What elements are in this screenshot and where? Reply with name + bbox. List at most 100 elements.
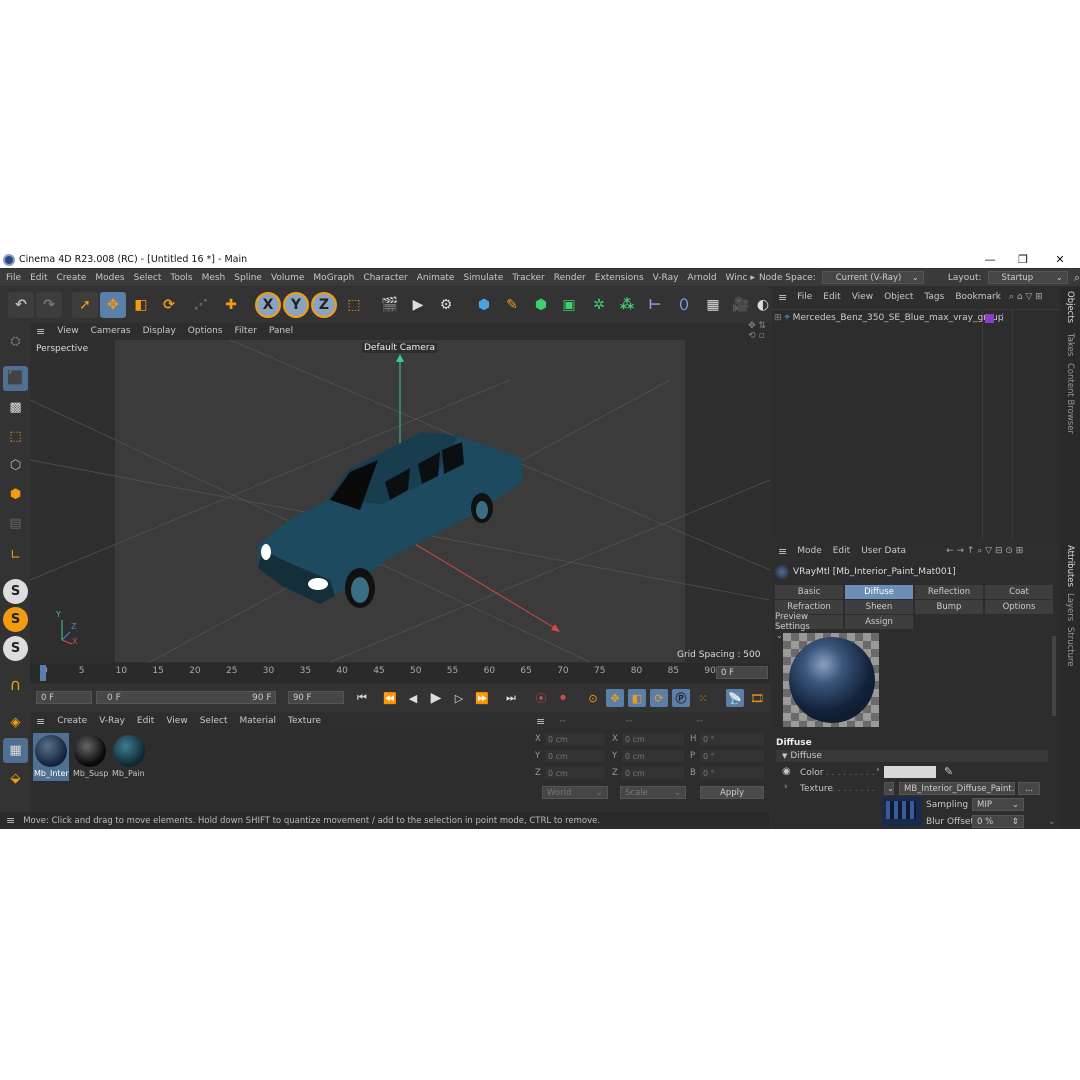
recent-tool-icon[interactable]: ⋰ [188, 292, 214, 318]
visibility-dots-icon[interactable]: ⋮ [998, 313, 1007, 323]
tab-layers[interactable]: Layers [1065, 593, 1075, 621]
uv-mode-icon[interactable]: ▤ [3, 511, 28, 536]
axis-mode-icon[interactable]: ∟ [3, 543, 28, 568]
menu-file[interactable]: File [6, 273, 21, 283]
points-mode-icon[interactable]: ⬚ [3, 424, 28, 449]
polygons-mode-icon[interactable]: ⬢ [3, 482, 28, 507]
material-menu-material[interactable]: Material [239, 716, 276, 726]
menu-animate[interactable]: Animate [417, 273, 455, 283]
material-menu-view[interactable]: View [166, 716, 187, 726]
hamburger-icon[interactable]: ≡ [778, 291, 787, 304]
model-mode-icon[interactable]: ⬛ [3, 366, 28, 391]
texture-browse-button[interactable]: ... [1018, 782, 1040, 795]
object-menu-view[interactable]: View [852, 292, 873, 302]
next-frame-icon[interactable]: ▷ [450, 689, 468, 707]
coord-position-x[interactable]: 0 cm [545, 733, 605, 745]
tab-reflection[interactable]: Reflection [915, 585, 983, 599]
coord-size-x[interactable]: 0 cm [622, 733, 684, 745]
object-menu-edit[interactable]: Edit [823, 292, 840, 302]
tab-attributes[interactable]: Attributes [1065, 545, 1075, 587]
playhead[interactable] [40, 665, 46, 681]
menu-mesh[interactable]: Mesh [202, 273, 226, 283]
next-key-icon[interactable]: ⏩ [473, 689, 491, 707]
close-button[interactable]: ✕ [1045, 251, 1075, 268]
object-manager-tools-icon[interactable]: ⌕ ⌂ ▽ ⊞ [1009, 292, 1043, 302]
hamburger-icon[interactable]: ≡ [536, 715, 545, 728]
hamburger-icon[interactable]: ≡ [778, 545, 787, 558]
object-row[interactable]: ⊞ ⌖ Mercedes_Benz_350_SE_Blue_max_vray_g… [774, 311, 1014, 325]
key-pla-icon[interactable]: ⁙ [694, 689, 712, 707]
material-menu-texture[interactable]: Texture [288, 716, 321, 726]
sampling-select[interactable]: MIP ⌄ [972, 798, 1024, 811]
search-icon[interactable]: ⌕ [1074, 271, 1080, 285]
tab-sheen[interactable]: Sheen [845, 600, 913, 614]
frame-range-slider[interactable]: 0 F 90 F [96, 691, 276, 704]
record-icon[interactable]: ⦿ [532, 689, 550, 707]
texture-mode-icon[interactable]: ▩ [3, 395, 28, 420]
key-parameter-icon[interactable]: Ⓟ [672, 689, 690, 707]
tab-objects[interactable]: Objects [1065, 291, 1075, 323]
film-icon[interactable]: 🎞 [748, 689, 766, 707]
keyframe-selection-icon[interactable]: ⊙ [584, 689, 602, 707]
blur-offset-field[interactable]: 0 % ⇕ [972, 815, 1024, 828]
fracture-icon[interactable]: ⁂ [614, 292, 640, 318]
coord-position-y[interactable]: 0 cm [545, 750, 605, 762]
attribute-menu-user-data[interactable]: User Data [861, 546, 906, 556]
tab-assign[interactable]: Assign [845, 615, 913, 629]
z-axis-lock-button[interactable]: Z [311, 292, 337, 318]
3d-viewport[interactable]: Perspective Default Camera Grid Spacing … [30, 340, 770, 662]
rotate-tool-icon[interactable]: ⟳ [156, 292, 182, 318]
y-axis-lock-button[interactable]: Y [283, 292, 309, 318]
expand-arrow-icon[interactable]: › [876, 765, 880, 775]
key-scale-icon[interactable]: ◧ [628, 689, 646, 707]
scheme-icon[interactable]: 📡 [726, 689, 744, 707]
tab-content-browser[interactable]: Content Browser [1065, 363, 1075, 434]
start-frame-field[interactable]: 0 F [36, 691, 92, 704]
stepper-icon[interactable]: ⇕ [1012, 817, 1019, 827]
grid-icon[interactable]: ▦ [3, 738, 28, 763]
hamburger-icon[interactable]: ≡ [36, 325, 45, 338]
tab-preview-settings[interactable]: Preview Settings [775, 612, 843, 632]
coord-rotation-h[interactable]: 0 ° [700, 733, 764, 745]
object-menu-bookmarks[interactable]: Bookmark [955, 292, 1001, 302]
field-icon[interactable]: ⬯ [671, 292, 697, 318]
material-menu-create[interactable]: Create [57, 716, 87, 726]
redo-icon[interactable]: ↷ [36, 292, 62, 318]
apply-button[interactable]: Apply [700, 786, 764, 799]
end-frame-field[interactable]: 90 F [288, 691, 344, 704]
layout-select[interactable]: Startup ⌄ [987, 271, 1068, 284]
previous-key-icon[interactable]: ⏪ [381, 689, 399, 707]
menu-arnold[interactable]: Arnold [687, 273, 716, 283]
coord-rotation-p[interactable]: 0 ° [700, 750, 764, 762]
subsection-header[interactable]: ▼ Diffuse [776, 750, 1048, 762]
viewport-menu-filter[interactable]: Filter [235, 326, 257, 336]
tab-structure[interactable]: Structure [1065, 627, 1075, 667]
play-icon[interactable]: ▶ [427, 689, 445, 707]
object-menu-object[interactable]: Object [884, 292, 913, 302]
previous-frame-icon[interactable]: ◀ [404, 689, 422, 707]
workplane-snap-icon[interactable]: S [3, 636, 28, 661]
menu-edit[interactable]: Edit [30, 273, 47, 283]
viewport-menu-options[interactable]: Options [188, 326, 223, 336]
menu-window[interactable]: Winc [726, 273, 748, 283]
minimize-button[interactable]: — [975, 251, 1005, 268]
deformer-icon[interactable]: ⊢ [642, 292, 668, 318]
hamburger-icon[interactable]: ≡ [6, 814, 15, 827]
menu-mograph[interactable]: MoGraph [313, 273, 354, 283]
eyedropper-icon[interactable]: ✎ [944, 765, 953, 778]
menu-more-icon[interactable]: ▸ [750, 273, 755, 283]
coord-size-y[interactable]: 0 cm [622, 750, 684, 762]
material-item[interactable]: Mb_Susp [72, 733, 108, 781]
scroll-down-icon[interactable]: ⌄ [1048, 817, 1056, 827]
attribute-navigation-icons[interactable]: ← → ↑ ⌕ ▽ ⊟ ⊙ ⊞ [946, 546, 1023, 556]
timeline-ruler[interactable]: 051015202530354045505560657075808590 0 F [30, 663, 770, 683]
camera-icon[interactable]: 🎥 [728, 292, 754, 318]
tab-bump[interactable]: Bump [915, 600, 983, 614]
object-menu-file[interactable]: File [797, 292, 812, 302]
texture-dropdown-icon[interactable]: ⌄ [884, 782, 894, 795]
menu-tools[interactable]: Tools [170, 273, 192, 283]
workplane-icon[interactable]: ◈ [3, 710, 28, 735]
viewport-menu-view[interactable]: View [57, 326, 78, 336]
key-rotation-icon[interactable]: ⟳ [650, 689, 668, 707]
coord-position-z[interactable]: 0 cm [545, 767, 605, 779]
